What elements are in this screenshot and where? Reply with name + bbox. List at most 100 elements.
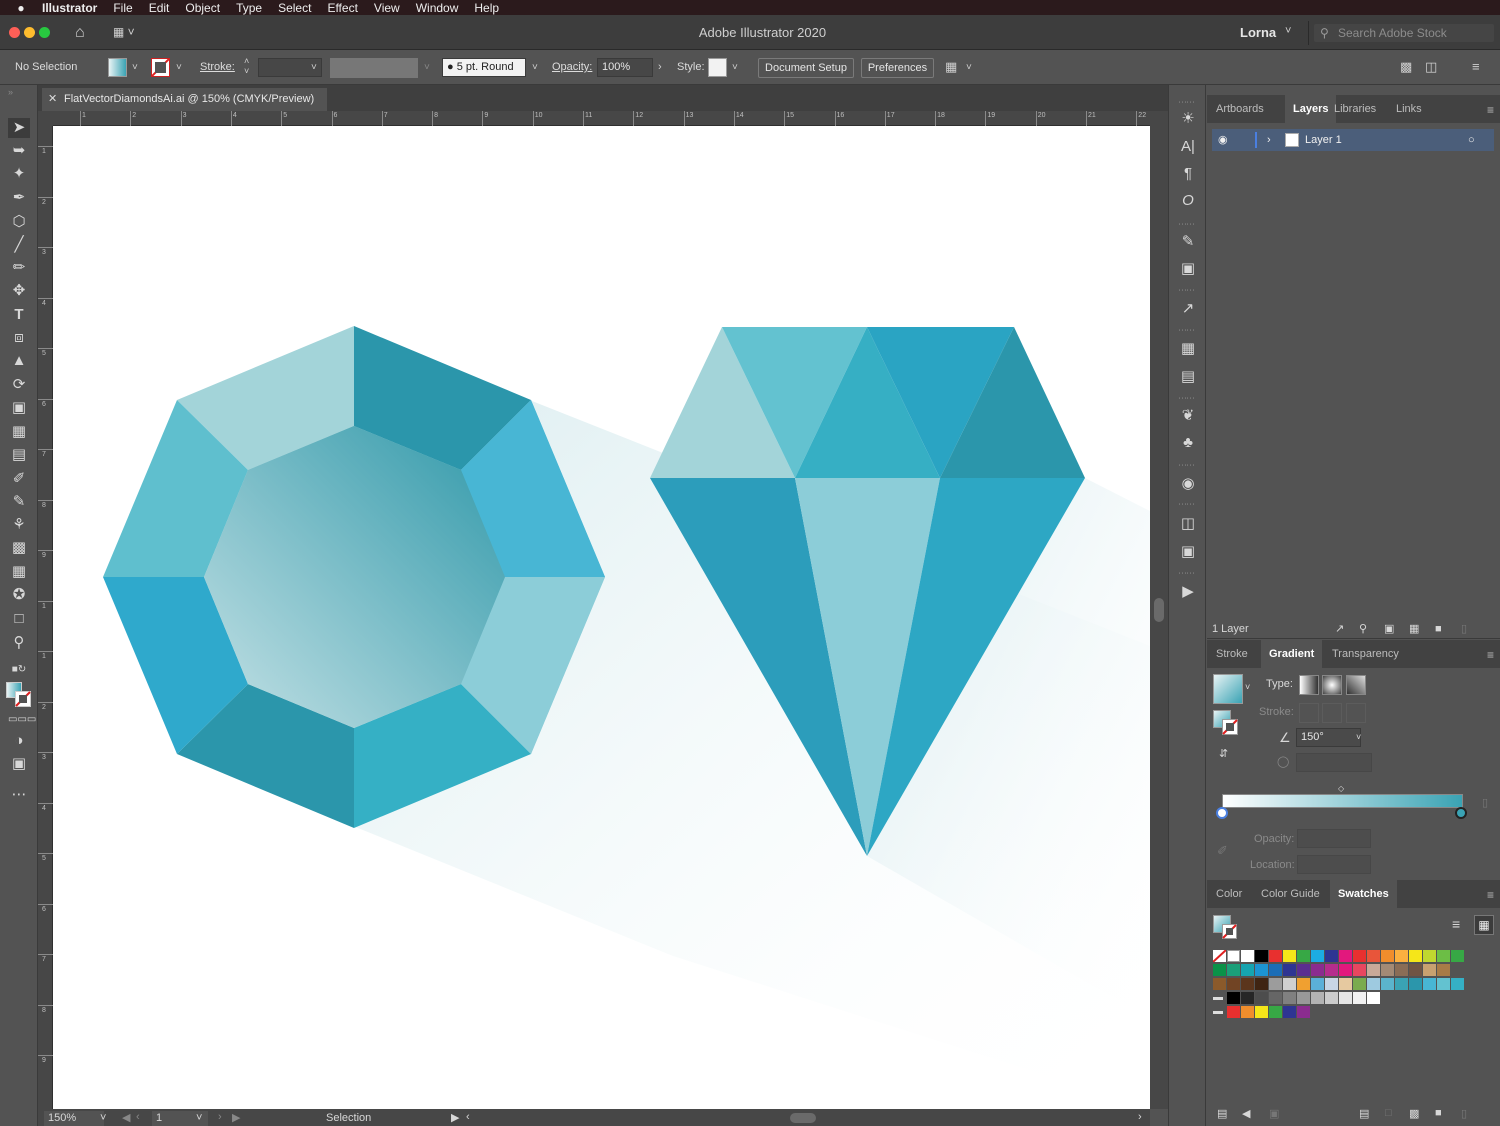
properties-icon[interactable]: ☀ <box>1177 108 1199 130</box>
swatch[interactable] <box>1241 1006 1254 1018</box>
swatch[interactable] <box>1283 1006 1296 1018</box>
blend-tool-icon[interactable]: ✎ <box>8 492 30 512</box>
scale-tool-icon[interactable]: ⧈ <box>8 328 30 348</box>
new-layer-icon[interactable]: ■ <box>1435 619 1442 639</box>
delete-stop-icon[interactable]: ▯ <box>1482 796 1488 809</box>
gradient-fill-preview[interactable] <box>1213 674 1243 704</box>
swatch[interactable] <box>1353 964 1366 976</box>
vertical-scrollbar[interactable] <box>1150 111 1168 1109</box>
swatch[interactable] <box>1409 964 1422 976</box>
eyedropper-tool-icon[interactable]: ✐ <box>8 469 30 489</box>
swatch[interactable] <box>1395 978 1408 990</box>
swatch[interactable] <box>1367 950 1380 962</box>
document-tab[interactable]: ✕ FlatVectorDiamondsAi.ai @ 150% (CMYK/P… <box>42 88 327 111</box>
swatch[interactable] <box>1339 950 1352 962</box>
swatch[interactable] <box>1241 964 1254 976</box>
swatch[interactable] <box>1227 964 1240 976</box>
brush-chevron-icon[interactable]: ˅ <box>532 62 538 73</box>
brush-definition-field[interactable]: ● 5 pt. Round <box>442 58 526 77</box>
linear-gradient-button[interactable] <box>1299 675 1319 695</box>
vertical-ruler[interactable]: 1 2 3 4 5 6 7 8 9 1 1 2 3 4 5 6 7 8 9 <box>38 126 53 1111</box>
swatch-none[interactable] <box>1212 949 1227 963</box>
menu-help[interactable]: Help <box>466 1 507 15</box>
midpoint-diamond-icon[interactable]: ◇ <box>1338 784 1344 793</box>
menu-app-name[interactable]: Illustrator <box>32 1 105 15</box>
export-icon[interactable]: ↗ <box>1177 298 1199 320</box>
swatch[interactable] <box>1437 978 1450 990</box>
pen-tool-icon[interactable]: ✒ <box>8 188 30 208</box>
brushes-icon[interactable]: ❦ <box>1177 405 1199 427</box>
swatch[interactable] <box>1311 950 1324 962</box>
radial-gradient-button[interactable] <box>1322 675 1342 695</box>
swatch[interactable] <box>1297 1006 1310 1018</box>
graphic-style-swatch[interactable] <box>708 58 727 77</box>
tab-transparency[interactable]: Transparency <box>1324 640 1407 668</box>
glyphs-icon[interactable]: ✎ <box>1177 231 1199 253</box>
horizontal-scroll-thumb[interactable] <box>790 1113 816 1123</box>
menu-view[interactable]: View <box>366 1 408 15</box>
gradient-stop-left[interactable] <box>1216 807 1228 819</box>
user-menu[interactable]: Lorna <box>1240 25 1276 40</box>
swatch[interactable] <box>1227 1006 1240 1018</box>
new-color-group-icon[interactable]: ▩ <box>1409 1107 1419 1120</box>
direct-selection-tool-icon[interactable]: ➥ <box>8 141 30 161</box>
swatch[interactable] <box>1325 964 1338 976</box>
swatch[interactable] <box>1423 964 1436 976</box>
gradient-eyedropper-icon[interactable]: ✐ <box>1217 843 1228 859</box>
reverse-gradient-icon[interactable]: ⇵ <box>1219 747 1228 760</box>
swatch[interactable] <box>1381 978 1394 990</box>
swatch[interactable] <box>1283 964 1296 976</box>
lasso-tool-icon[interactable]: ⟳ <box>8 375 30 395</box>
more-tools-icon[interactable]: ⋯ <box>8 785 30 805</box>
stroke-gradient-across-button[interactable] <box>1346 703 1366 723</box>
swatch[interactable] <box>1283 950 1296 962</box>
angle-chevron-icon[interactable]: ˅ <box>1356 732 1361 742</box>
swatch[interactable] <box>1269 1006 1282 1018</box>
swatch[interactable] <box>1269 950 1282 962</box>
document-setup-button[interactable]: Document Setup <box>758 58 854 78</box>
zoom-tool-icon[interactable]: ⚲ <box>8 633 30 653</box>
color-mode-buttons-icon[interactable]: ▭▭▭ <box>8 710 36 730</box>
gradient-presets-chevron-icon[interactable]: ˅ <box>1245 682 1250 692</box>
stroke-color-indicator[interactable] <box>15 691 31 707</box>
zoom-chevron-icon[interactable]: ˅ <box>100 1111 106 1126</box>
export-layer-icon[interactable]: ↗ <box>1335 619 1344 639</box>
type-tool-icon[interactable]: T <box>8 305 30 325</box>
swatch[interactable] <box>1353 992 1366 1004</box>
fill-chevron-icon[interactable]: ˅ <box>132 62 138 73</box>
pathfinder-icon[interactable]: ◫ <box>1177 513 1199 535</box>
stroke-stepper-icon[interactable]: ˄ ˅ <box>244 56 249 76</box>
delete-swatch-icon[interactable]: ▯ <box>1461 1107 1467 1120</box>
live-paint-tool-icon[interactable]: ▩ <box>8 538 30 558</box>
swatch[interactable] <box>1311 992 1324 1004</box>
artboard[interactable] <box>53 126 1150 1109</box>
swatch[interactable] <box>1311 978 1324 990</box>
apple-icon[interactable]: ● <box>10 1 32 15</box>
shape-tool-icon[interactable]: ⬡ <box>8 212 30 232</box>
ruler-corner[interactable] <box>38 111 53 126</box>
transform-icon[interactable]: ▦ <box>1177 338 1199 360</box>
align-panel-icon[interactable]: ▤ <box>1177 366 1199 388</box>
opacity-field[interactable]: 100% <box>597 58 653 77</box>
swatch[interactable] <box>1325 950 1338 962</box>
swatch[interactable] <box>1395 950 1408 962</box>
swatch[interactable] <box>1409 950 1422 962</box>
arrange-icon[interactable]: ▦ <box>945 59 957 75</box>
swatch-registration[interactable] <box>1227 950 1240 962</box>
layer-target-icon[interactable]: ○ <box>1468 129 1475 151</box>
swatch[interactable] <box>1353 978 1366 990</box>
menu-edit[interactable]: Edit <box>141 1 178 15</box>
angle-field[interactable]: 150° <box>1296 728 1361 747</box>
menu-file[interactable]: File <box>105 1 140 15</box>
swatch[interactable] <box>1241 992 1254 1004</box>
tab-stroke[interactable]: Stroke <box>1208 640 1256 668</box>
tab-libraries[interactable]: Libraries <box>1326 95 1384 123</box>
swap-fill-stroke-icon[interactable]: ■↻ <box>8 660 30 680</box>
scroll-right-icon[interactable]: › <box>1138 1111 1142 1123</box>
swatches-stroke-indicator[interactable] <box>1222 924 1237 939</box>
expand-layer-icon[interactable]: › <box>1267 129 1271 151</box>
swatch[interactable] <box>1325 978 1338 990</box>
appearance-icon[interactable]: ▣ <box>1177 258 1199 280</box>
swatch[interactable] <box>1367 992 1380 1004</box>
swatch[interactable] <box>1423 978 1436 990</box>
